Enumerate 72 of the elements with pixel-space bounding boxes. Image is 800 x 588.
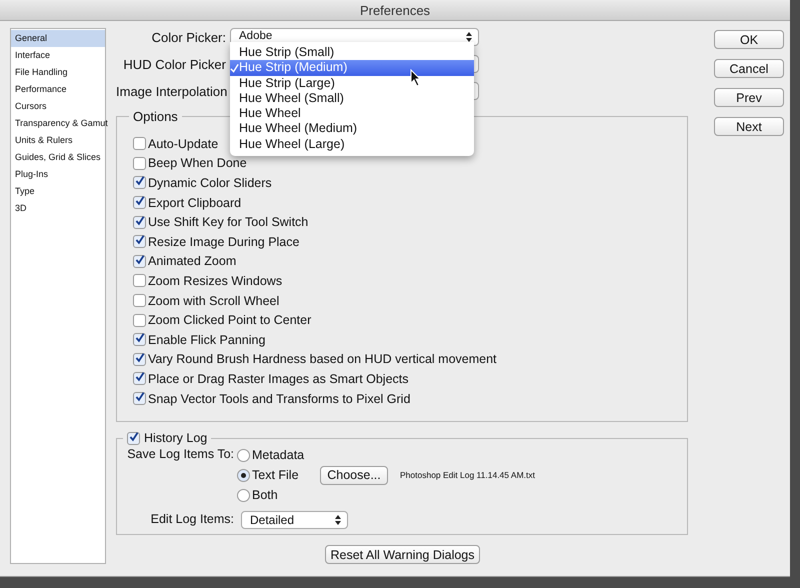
sidebar-item[interactable]: Interface: [11, 47, 105, 64]
radio-button[interactable]: [237, 488, 250, 502]
menu-item[interactable]: Hue Wheel: [230, 106, 474, 122]
checkbox[interactable]: [133, 372, 146, 386]
checkbox[interactable]: [133, 352, 146, 366]
checkbox-label: Zoom Resizes Windows: [148, 274, 282, 288]
checkbox-label: Snap Vector Tools and Transforms to Pixel Grid: [148, 392, 410, 406]
checkbox-label: Use Shift Key for Tool Switch: [148, 215, 308, 230]
checkbox[interactable]: [133, 294, 146, 308]
field-label: HUD Color Picker: [122, 56, 227, 72]
dialog-button[interactable]: Prev: [714, 88, 784, 107]
checkbox-label: Resize Image During Place: [148, 234, 300, 249]
stepper-arrows-icon: [466, 32, 472, 42]
sidebar-item[interactable]: Cursors: [11, 98, 105, 115]
sidebar-item[interactable]: General: [11, 30, 105, 47]
checkbox[interactable]: [133, 392, 146, 406]
check-icon: [230, 63, 239, 74]
file-name: Photoshop Edit Log 11.14.45 AM.txt: [400, 470, 535, 480]
checkbox-label: Animated Zoom: [148, 254, 236, 268]
radio-label: Text File: [252, 468, 300, 482]
checkbox[interactable]: [133, 196, 146, 210]
checkbox-label: Auto-Update: [148, 136, 218, 151]
menu-item[interactable]: Hue Strip (Medium): [230, 60, 474, 76]
checkbox-label: History Log: [144, 431, 208, 445]
window-title: Preferences: [360, 2, 430, 18]
radio-label: Metadata: [252, 448, 306, 462]
sidebar-item[interactable]: Type: [11, 183, 105, 200]
checkbox[interactable]: [133, 156, 146, 170]
menu-item[interactable]: Hue Wheel (Small): [230, 90, 474, 106]
checkbox-label: Dynamic Color Sliders: [148, 176, 272, 190]
checkbox[interactable]: [133, 235, 146, 248]
mouse-pointer-icon: [410, 69, 422, 87]
dialog-button[interactable]: Cancel: [714, 59, 784, 78]
field-label: Image Interpolation: [116, 84, 228, 98]
sidebar-item[interactable]: Plug-Ins: [11, 166, 105, 183]
reset-button[interactable]: Reset All Warning Dialogs: [325, 545, 480, 564]
radio-label: Both: [252, 488, 279, 502]
sidebar-item[interactable]: Performance: [11, 81, 105, 98]
checkbox-label: Beep When Done: [148, 156, 247, 170]
dropdown[interactable]: Detailed: [241, 510, 348, 528]
dialog-button[interactable]: Next: [714, 117, 784, 136]
sidebar-item[interactable]: Guides, Grid & Slices: [11, 149, 105, 166]
menu-item[interactable]: Hue Wheel (Large): [230, 136, 474, 152]
checkbox[interactable]: [133, 176, 146, 190]
checkbox-label: Vary Round Brush Hardness based on HUD vertical movement: [148, 352, 497, 366]
menu-item[interactable]: Hue Strip (Large): [230, 76, 474, 91]
sidebar-item[interactable]: 3D: [11, 200, 105, 217]
field-label: Edit Log Items:: [150, 511, 235, 528]
dialog-button[interactable]: OK: [714, 30, 784, 49]
checkbox[interactable]: [127, 432, 140, 444]
checkbox-label: Zoom Clicked Point to Center: [148, 313, 312, 328]
choose-button[interactable]: Choose...: [320, 466, 388, 484]
checkbox[interactable]: [133, 137, 146, 150]
sidebar-item[interactable]: Units & Rulers: [11, 132, 105, 149]
sidebar-item[interactable]: File Handling: [11, 64, 105, 81]
checkbox[interactable]: [133, 254, 146, 268]
menu-item[interactable]: Hue Strip (Small): [230, 45, 474, 60]
checkbox-label: Place or Drag Raster Images as Smart Objects: [148, 372, 409, 386]
checkbox[interactable]: [133, 333, 146, 346]
field-label: Save Log Items To:: [127, 446, 235, 463]
menu-item[interactable]: Hue Wheel (Medium): [230, 121, 474, 137]
checkbox[interactable]: [133, 314, 146, 327]
group-title: Options: [132, 109, 179, 124]
radio-button[interactable]: [237, 448, 250, 462]
checkbox-label: Zoom with Scroll Wheel: [148, 294, 280, 308]
radio-button[interactable]: [237, 468, 250, 482]
checkbox[interactable]: [133, 216, 146, 229]
checkbox[interactable]: [133, 274, 146, 288]
checkbox-label: Export Clipboard: [148, 196, 242, 210]
checkbox-label: Enable Flick Panning: [148, 332, 266, 347]
stepper-arrows-icon: [335, 514, 341, 524]
field-label: Color Picker:: [150, 30, 227, 44]
